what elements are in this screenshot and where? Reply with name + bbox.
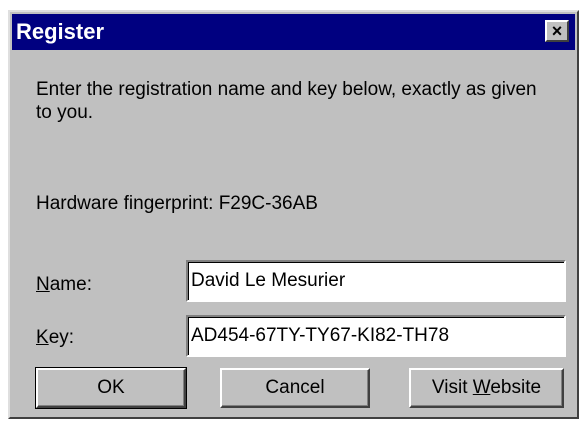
visit-website-rest: ebsite — [490, 377, 542, 398]
name-label-text: ame: — [49, 274, 92, 295]
close-icon: × — [551, 21, 563, 41]
visit-website-button[interactable]: Visit Website — [409, 368, 564, 408]
visit-website-prefix: Visit — [431, 377, 473, 398]
name-label: Name: — [36, 274, 92, 296]
close-button[interactable]: × — [545, 20, 569, 42]
instructions-text: Enter the registration name and key belo… — [36, 79, 537, 123]
key-label-accelerator: K — [36, 327, 49, 348]
name-input[interactable] — [191, 262, 561, 300]
cancel-button[interactable]: Cancel — [220, 368, 370, 408]
name-field[interactable] — [186, 260, 566, 302]
window-title: Register — [16, 19, 105, 44]
ok-button-label: OK — [97, 377, 125, 398]
hardware-fingerprint: Hardware fingerprint: F29C-36AB — [36, 193, 318, 214]
cancel-button-label: Cancel — [265, 377, 325, 398]
visit-website-accelerator: W — [472, 377, 491, 398]
key-input[interactable] — [191, 317, 561, 355]
key-label-text: ey: — [48, 327, 75, 348]
title-bar[interactable]: Register × — [12, 14, 575, 50]
visit-website-label: Visit Website — [432, 377, 541, 399]
ok-button[interactable]: OK — [35, 367, 187, 409]
register-dialog: Register × Enter the registration name a… — [8, 10, 579, 419]
key-field[interactable] — [186, 315, 566, 357]
key-label: Key: — [36, 327, 74, 349]
name-label-accelerator: N — [36, 274, 50, 295]
